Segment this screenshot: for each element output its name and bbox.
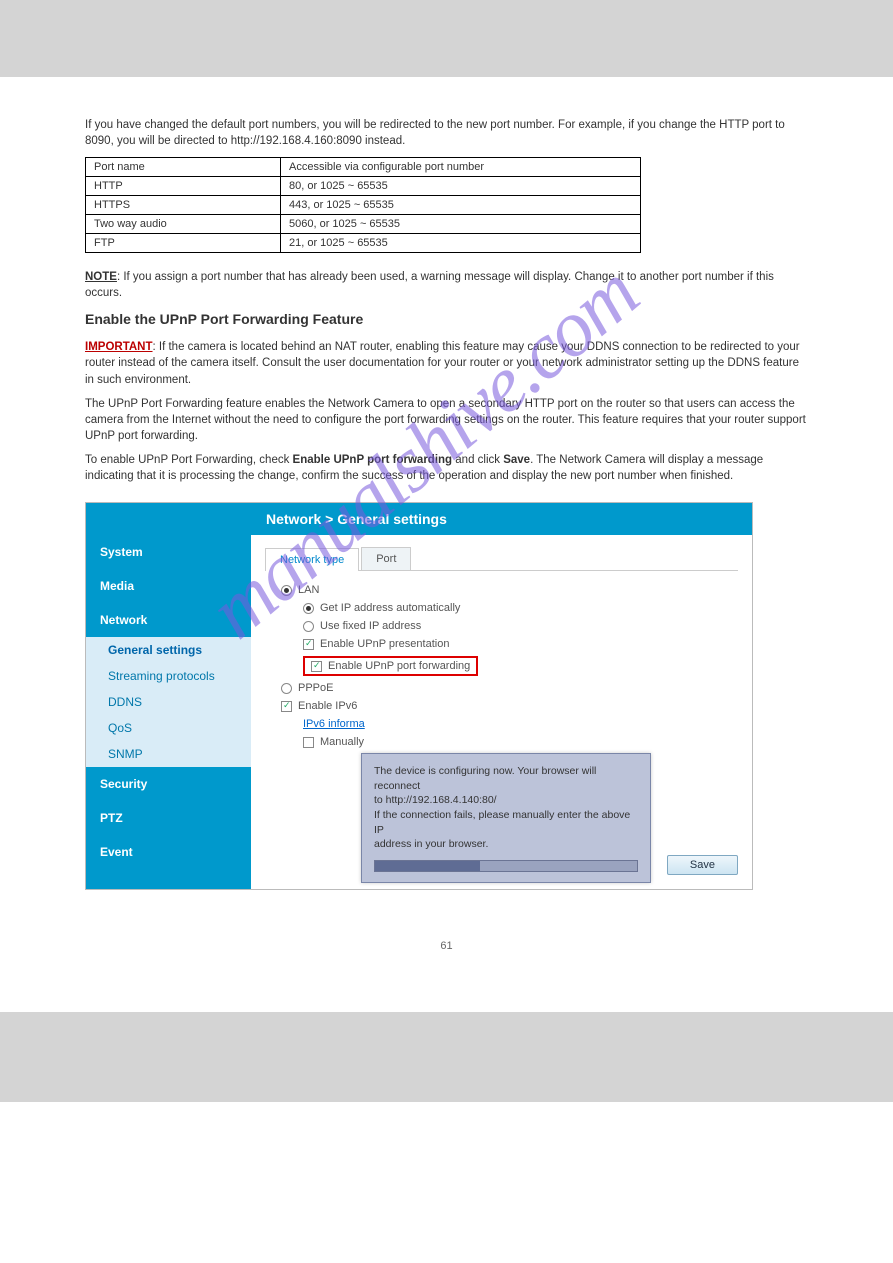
sidebar-item-system[interactable]: System: [86, 535, 251, 569]
radio-lan[interactable]: [281, 585, 292, 596]
page-body: manualshive.com If you have changed the …: [0, 77, 893, 1012]
popup-line2: to http://192.168.4.140:80/: [374, 793, 638, 808]
footer-bar: [0, 1012, 893, 1102]
progress-bar: [374, 860, 638, 872]
sidebar-item-network[interactable]: Network: [86, 603, 251, 637]
progress-popup: The device is configuring now. Your brow…: [361, 753, 651, 883]
th-desc: Accessible via configurable port number: [281, 158, 641, 177]
table-row: Two way audio5060, or 1025 ~ 65535: [86, 215, 641, 234]
upnp-desc-2: To enable UPnP Port Forwarding, check En…: [85, 452, 808, 484]
sidebar-item-snmp[interactable]: SNMP: [86, 741, 251, 767]
label-pppoe: PPPoE: [298, 682, 333, 694]
sidebar-item-streaming[interactable]: Streaming protocols: [86, 663, 251, 689]
sidebar-item-ddns[interactable]: DDNS: [86, 689, 251, 715]
note-paragraph: NOTE: If you assign a port number that h…: [85, 269, 808, 301]
port-table: Port nameAccessible via configurable por…: [85, 157, 641, 253]
section-heading: Enable the UPnP Port Forwarding Feature: [85, 311, 808, 327]
save-button[interactable]: Save: [667, 855, 738, 875]
check-manual[interactable]: [303, 737, 314, 748]
link-ipv6-info[interactable]: IPv6 informa: [303, 718, 365, 730]
label-fixed-ip: Use fixed IP address: [320, 620, 421, 632]
sidebar-item-general-settings[interactable]: General settings: [86, 637, 251, 663]
tab-network-type[interactable]: Network type: [265, 548, 359, 571]
sidebar-item-qos[interactable]: QoS: [86, 715, 251, 741]
table-row: Port nameAccessible via configurable por…: [86, 158, 641, 177]
highlight-box: Enable UPnP port forwarding: [303, 656, 478, 676]
embedded-screenshot: Network > General settings System Media …: [85, 502, 753, 890]
label-upnp-presentation: Enable UPnP presentation: [320, 638, 449, 650]
radio-fixed-ip[interactable]: [303, 621, 314, 632]
breadcrumb: Network > General settings: [86, 503, 752, 535]
label-lan: LAN: [298, 584, 319, 596]
label-manual: Manually: [320, 736, 364, 748]
note-text: : If you assign a port number that has a…: [85, 271, 774, 299]
radio-auto-ip[interactable]: [303, 603, 314, 614]
progress-fill: [375, 861, 480, 871]
note-label: NOTE: [85, 271, 117, 283]
check-upnp-forwarding[interactable]: [311, 661, 322, 672]
table-row: HTTP80, or 1025 ~ 65535: [86, 177, 641, 196]
popup-line4: address in your browser.: [374, 837, 638, 852]
radio-pppoe[interactable]: [281, 683, 292, 694]
check-ipv6[interactable]: [281, 701, 292, 712]
sidebar-item-event[interactable]: Event: [86, 835, 251, 869]
important-paragraph: IMPORTANT: If the camera is located behi…: [85, 339, 808, 387]
intro-text: If you have changed the default port num…: [85, 117, 808, 149]
page-number: 61: [85, 940, 808, 952]
sidebar-item-media[interactable]: Media: [86, 569, 251, 603]
popup-line3: If the connection fails, please manually…: [374, 808, 638, 837]
upnp-desc-1: The UPnP Port Forwarding feature enables…: [85, 396, 808, 444]
label-upnp-forwarding: Enable UPnP port forwarding: [328, 660, 470, 672]
label-auto-ip: Get IP address automatically: [320, 602, 460, 614]
popup-line1: The device is configuring now. Your brow…: [374, 764, 638, 793]
check-upnp-presentation[interactable]: [303, 639, 314, 650]
th-port: Port name: [86, 158, 281, 177]
sidebar-item-ptz[interactable]: PTZ: [86, 801, 251, 835]
important-text: : If the camera is located behind an NAT…: [85, 341, 800, 385]
tab-port[interactable]: Port: [361, 547, 411, 570]
sidebar: System Media Network General settings St…: [86, 535, 251, 889]
header-bar: [0, 0, 893, 77]
sidebar-item-security[interactable]: Security: [86, 767, 251, 801]
table-row: HTTPS443, or 1025 ~ 65535: [86, 196, 641, 215]
table-row: FTP21, or 1025 ~ 65535: [86, 234, 641, 253]
label-ipv6: Enable IPv6: [298, 700, 357, 712]
important-label: IMPORTANT: [85, 341, 153, 353]
content-panel: Network type Port LAN Get IP address aut…: [251, 535, 752, 889]
